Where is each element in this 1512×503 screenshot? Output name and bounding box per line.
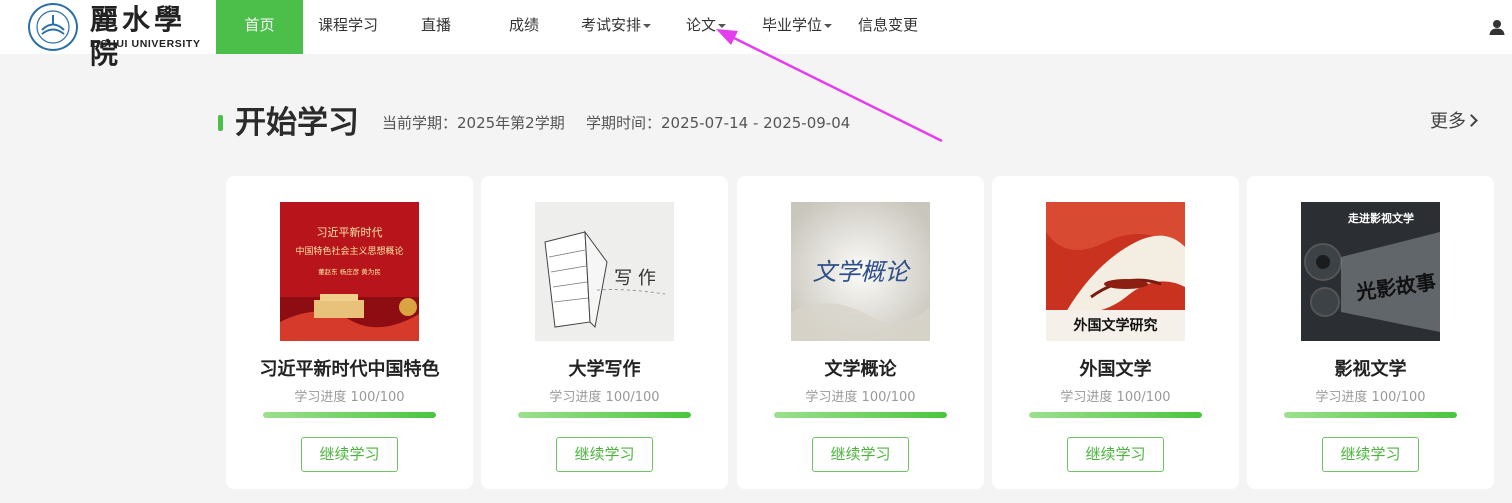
more-link[interactable]: 更多 (1430, 110, 1478, 134)
course-name[interactable]: 大学写作 (481, 358, 728, 382)
course-card[interactable]: 文学概论 文学概论 学习进度 100/100 继续学习 (737, 176, 984, 489)
cover-title-text: 走进影视文学 (1347, 211, 1414, 225)
continue-learning-button[interactable]: 继续学习 (1067, 437, 1164, 472)
nav-item-label: 信息变更 (857, 16, 918, 34)
logo-english-name: LISHUI UNIVERSITY (90, 38, 201, 50)
progress-text: 学习进度 100/100 (1315, 390, 1426, 405)
nav-item-thesis[interactable]: 论文 (679, 0, 733, 54)
progress-bar (518, 412, 691, 418)
progress-text: 学习进度 100/100 (1060, 390, 1171, 405)
course-cover-image[interactable]: 文学概论 (791, 202, 930, 341)
caret-down-icon (643, 23, 651, 28)
continue-learning-button[interactable]: 继续学习 (812, 437, 909, 472)
course-cover-image[interactable]: 走进影视文学 光影故事 (1301, 202, 1440, 341)
nav-item-label: 首页 (244, 16, 275, 34)
caret-down-icon (824, 23, 832, 28)
course-cover-image[interactable]: 外国文学研究 (1046, 202, 1185, 341)
section-title: 开始学习 (235, 105, 359, 141)
progress-fill (1284, 412, 1457, 418)
progress-text: 学习进度 100/100 (294, 390, 405, 405)
course-card[interactable]: 写 作 大学写作 学习进度 100/100 继续学习 (481, 176, 728, 489)
course-name[interactable]: 文学概论 (737, 358, 984, 382)
more-label: 更多 (1430, 111, 1466, 132)
user-icon[interactable] (1488, 18, 1506, 36)
cover-title-text: 中国特色社会主义思想概论 (295, 245, 403, 257)
nav-item-label: 课程学习 (317, 16, 378, 34)
nav-item-info-change[interactable]: 信息变更 (850, 0, 926, 54)
course-name[interactable]: 影视文学 (1247, 358, 1494, 382)
nav-item-label: 直播 (420, 16, 451, 34)
continue-learning-button[interactable]: 继续学习 (556, 437, 653, 472)
course-name[interactable]: 习近平新时代中国特色 (226, 358, 473, 382)
current-term: 当前学期：2025年第2学期 (382, 114, 565, 132)
progress-fill (263, 412, 436, 418)
cover-title-text: 文学概论 (813, 258, 912, 286)
progress-fill (774, 412, 947, 418)
course-card[interactable]: 外国文学研究 外国文学 学习进度 100/100 继续学习 (992, 176, 1239, 489)
progress-fill (1029, 412, 1202, 418)
nav-item-grades[interactable]: 成绩 (491, 0, 557, 54)
progress-text: 学习进度 100/100 (549, 390, 660, 405)
nav-item-exam-schedule[interactable]: 考试安排 (572, 0, 660, 54)
course-name[interactable]: 外国文学 (992, 358, 1239, 382)
section-accent-bar (218, 115, 223, 131)
term-period: 学期时间：2025-07-14 - 2025-09-04 (586, 114, 851, 132)
nav-item-courses[interactable]: 课程学习 (306, 0, 390, 54)
course-cover-image[interactable]: 写 作 (535, 202, 674, 341)
progress-bar (1029, 412, 1202, 418)
top-nav: 麗水學院 LISHUI UNIVERSITY 首页 课程学习 直播 成绩 考试安… (0, 0, 1512, 70)
university-logo[interactable]: 麗水學院 LISHUI UNIVERSITY (28, 3, 208, 70)
university-seal-icon (28, 3, 78, 51)
nav-item-label: 毕业学位 (761, 16, 822, 34)
cover-subtitle-text: 董赵东 杨庄彦 黄为民 (318, 267, 381, 276)
progress-bar (1284, 412, 1457, 418)
progress-bar (263, 412, 436, 418)
progress-text: 学习进度 100/100 (805, 390, 916, 405)
continue-learning-button[interactable]: 继续学习 (301, 437, 398, 472)
course-cover-image[interactable]: 习近平新时代 中国特色社会主义思想概论 董赵东 杨庄彦 黄为民 (280, 202, 419, 341)
progress-fill (518, 412, 691, 418)
cover-title-text: 写 作 (614, 268, 656, 289)
progress-bar (774, 412, 947, 418)
caret-down-icon (718, 23, 726, 28)
cover-title-text: 习近平新时代 (317, 225, 383, 239)
logo-chinese-name: 麗水學院 (90, 3, 187, 70)
continue-learning-button[interactable]: 继续学习 (1322, 437, 1419, 472)
nav-item-label: 论文 (685, 16, 716, 34)
nav-item-degree[interactable]: 毕业学位 (754, 0, 840, 54)
cover-title-text: 外国文学研究 (1074, 317, 1158, 334)
nav-item-home[interactable]: 首页 (216, 0, 303, 54)
course-card[interactable]: 习近平新时代 中国特色社会主义思想概论 董赵东 杨庄彦 黄为民 习近平新时代中国… (226, 176, 473, 489)
nav-item-live[interactable]: 直播 (403, 0, 469, 54)
chevron-right-icon (1465, 114, 1478, 127)
nav-item-label: 成绩 (508, 16, 539, 34)
course-card[interactable]: 走进影视文学 光影故事 影视文学 学习进度 100/100 继续学习 (1247, 176, 1494, 489)
nav-item-label: 考试安排 (580, 16, 641, 34)
